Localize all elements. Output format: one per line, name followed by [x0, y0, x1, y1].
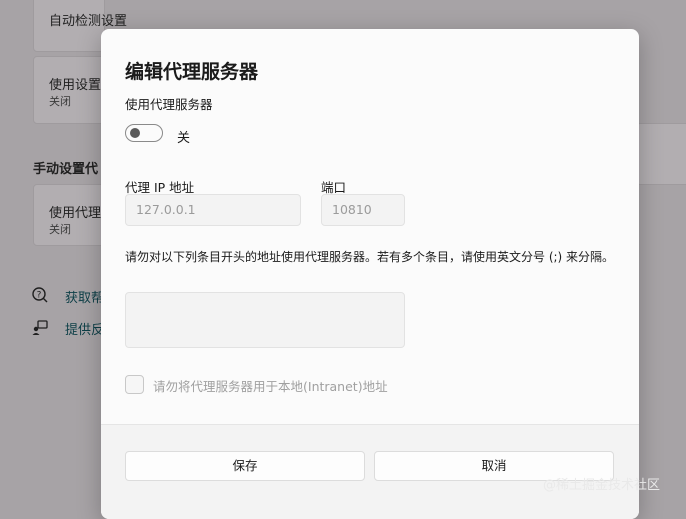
use-proxy-status: 关闭: [49, 223, 71, 236]
help-chat-icon: ?: [32, 287, 48, 303]
use-proxy-toggle[interactable]: [125, 124, 163, 142]
use-script-status: 关闭: [49, 95, 71, 108]
feedback-icon: [32, 320, 48, 335]
right-bg-card: [636, 123, 686, 185]
use-proxy-label: 使用代理服务器: [125, 97, 213, 112]
save-button[interactable]: 保存: [125, 451, 365, 481]
watermark: @稀土掘金技术社区: [543, 478, 661, 493]
toggle-knob: [130, 128, 140, 138]
auto-detect-label: 自动检测设置: [49, 14, 128, 29]
ip-input[interactable]: 127.0.0.1: [125, 194, 301, 226]
manual-section-title: 手动设置代: [33, 162, 99, 177]
edit-proxy-dialog: 编辑代理服务器 使用代理服务器 关 代理 IP 地址 127.0.0.1 端口 …: [101, 29, 639, 519]
exceptions-input[interactable]: [125, 292, 405, 348]
exceptions-description: 请勿对以下列条目开头的地址使用代理服务器。若有多个条目，请使用英文分号 (;) …: [125, 250, 615, 264]
use-proxy-label: 使用代理: [49, 206, 102, 221]
feedback-link[interactable]: 提供反: [65, 319, 104, 338]
dialog-title: 编辑代理服务器: [125, 61, 259, 83]
use-script-label: 使用设置: [49, 78, 102, 93]
local-bypass-checkbox[interactable]: [125, 375, 144, 394]
toggle-state-label: 关: [177, 131, 191, 146]
get-help-link[interactable]: 获取帮: [65, 287, 104, 306]
local-bypass-label: 请勿将代理服务器用于本地(Intranet)地址: [153, 379, 388, 394]
dialog-footer: 保存 取消: [101, 424, 639, 519]
svg-text:?: ?: [37, 291, 42, 301]
port-input[interactable]: 10810: [321, 194, 405, 226]
